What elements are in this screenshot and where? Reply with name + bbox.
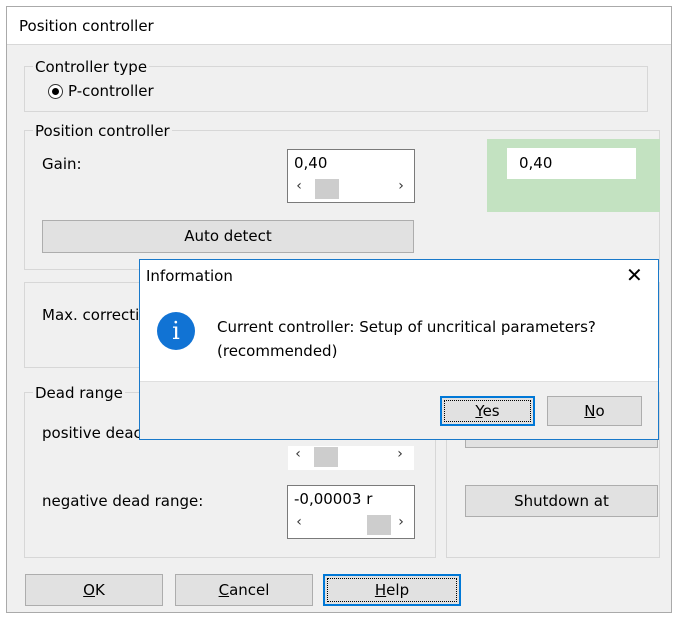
- help-button[interactable]: Help: [323, 574, 461, 606]
- dialog-title: Information: [146, 267, 233, 285]
- window-title: Position controller: [19, 17, 154, 35]
- dialog-message-line1: Current controller: Setup of uncritical …: [217, 318, 596, 336]
- no-accel: N: [584, 402, 596, 420]
- ok-accel: O: [83, 581, 95, 599]
- p-controller-radio[interactable]: [48, 84, 63, 99]
- auto-detect-button[interactable]: Auto detect: [42, 220, 414, 253]
- close-icon[interactable]: ✕: [626, 263, 643, 287]
- dead-range-legend: Dead range: [33, 384, 125, 402]
- scroll-thumb[interactable]: [314, 447, 338, 467]
- scroll-thumb[interactable]: [315, 179, 339, 199]
- scroll-right-icon[interactable]: ›: [393, 178, 409, 194]
- scroll-left-icon[interactable]: ‹: [291, 514, 307, 530]
- negative-dead-range-field[interactable]: -0,00003 r ‹ ›: [287, 485, 415, 539]
- position-controller-legend: Position controller: [33, 122, 172, 140]
- focus-rect: [444, 400, 531, 422]
- scroll-left-icon[interactable]: ‹: [291, 178, 307, 194]
- gain-readout-field: 0,40: [507, 148, 636, 179]
- window-titlebar: Position controller: [7, 7, 671, 45]
- yes-button[interactable]: Yes: [440, 396, 535, 426]
- controller-type-legend: Controller type: [33, 58, 150, 76]
- positive-dead-range-scrollbar[interactable]: ‹ ›: [288, 446, 414, 470]
- ok-button[interactable]: OK: [25, 574, 163, 606]
- gain-readout-value: 0,40: [519, 154, 553, 172]
- negative-dead-range-label: negative dead range:: [42, 492, 204, 510]
- negative-dead-range-scrollbar[interactable]: ‹ ›: [289, 514, 413, 536]
- scroll-left-icon[interactable]: ‹: [290, 446, 306, 462]
- info-icon: i: [157, 312, 195, 350]
- cancel-accel: C: [218, 581, 230, 599]
- no-label: o: [595, 402, 605, 420]
- cancel-button[interactable]: Cancel: [175, 574, 313, 606]
- gain-field[interactable]: 0,40 ‹ ›: [287, 149, 415, 203]
- scroll-right-icon[interactable]: ›: [392, 446, 408, 462]
- no-button[interactable]: No: [547, 396, 642, 426]
- gain-scrollbar[interactable]: ‹ ›: [289, 178, 413, 200]
- scroll-thumb[interactable]: [367, 515, 391, 535]
- max-correction-label: Max. correcti: [42, 306, 140, 324]
- p-controller-label[interactable]: P-controller: [68, 82, 154, 100]
- positive-dead-range-label: positive deac: [42, 424, 142, 442]
- gain-readout-panel: 0,40: [487, 139, 660, 212]
- focus-rect: [327, 578, 457, 602]
- gain-value: 0,40: [294, 154, 328, 172]
- dialog-message-line2: (recommended): [217, 342, 338, 360]
- shutdown-at-button[interactable]: Shutdown at: [465, 485, 658, 517]
- negative-dead-range-value: -0,00003 r: [294, 490, 373, 508]
- cancel-label: ancel: [229, 581, 270, 599]
- ok-label: K: [94, 581, 105, 599]
- gain-label: Gain:: [42, 155, 82, 173]
- scroll-right-icon[interactable]: ›: [393, 514, 409, 530]
